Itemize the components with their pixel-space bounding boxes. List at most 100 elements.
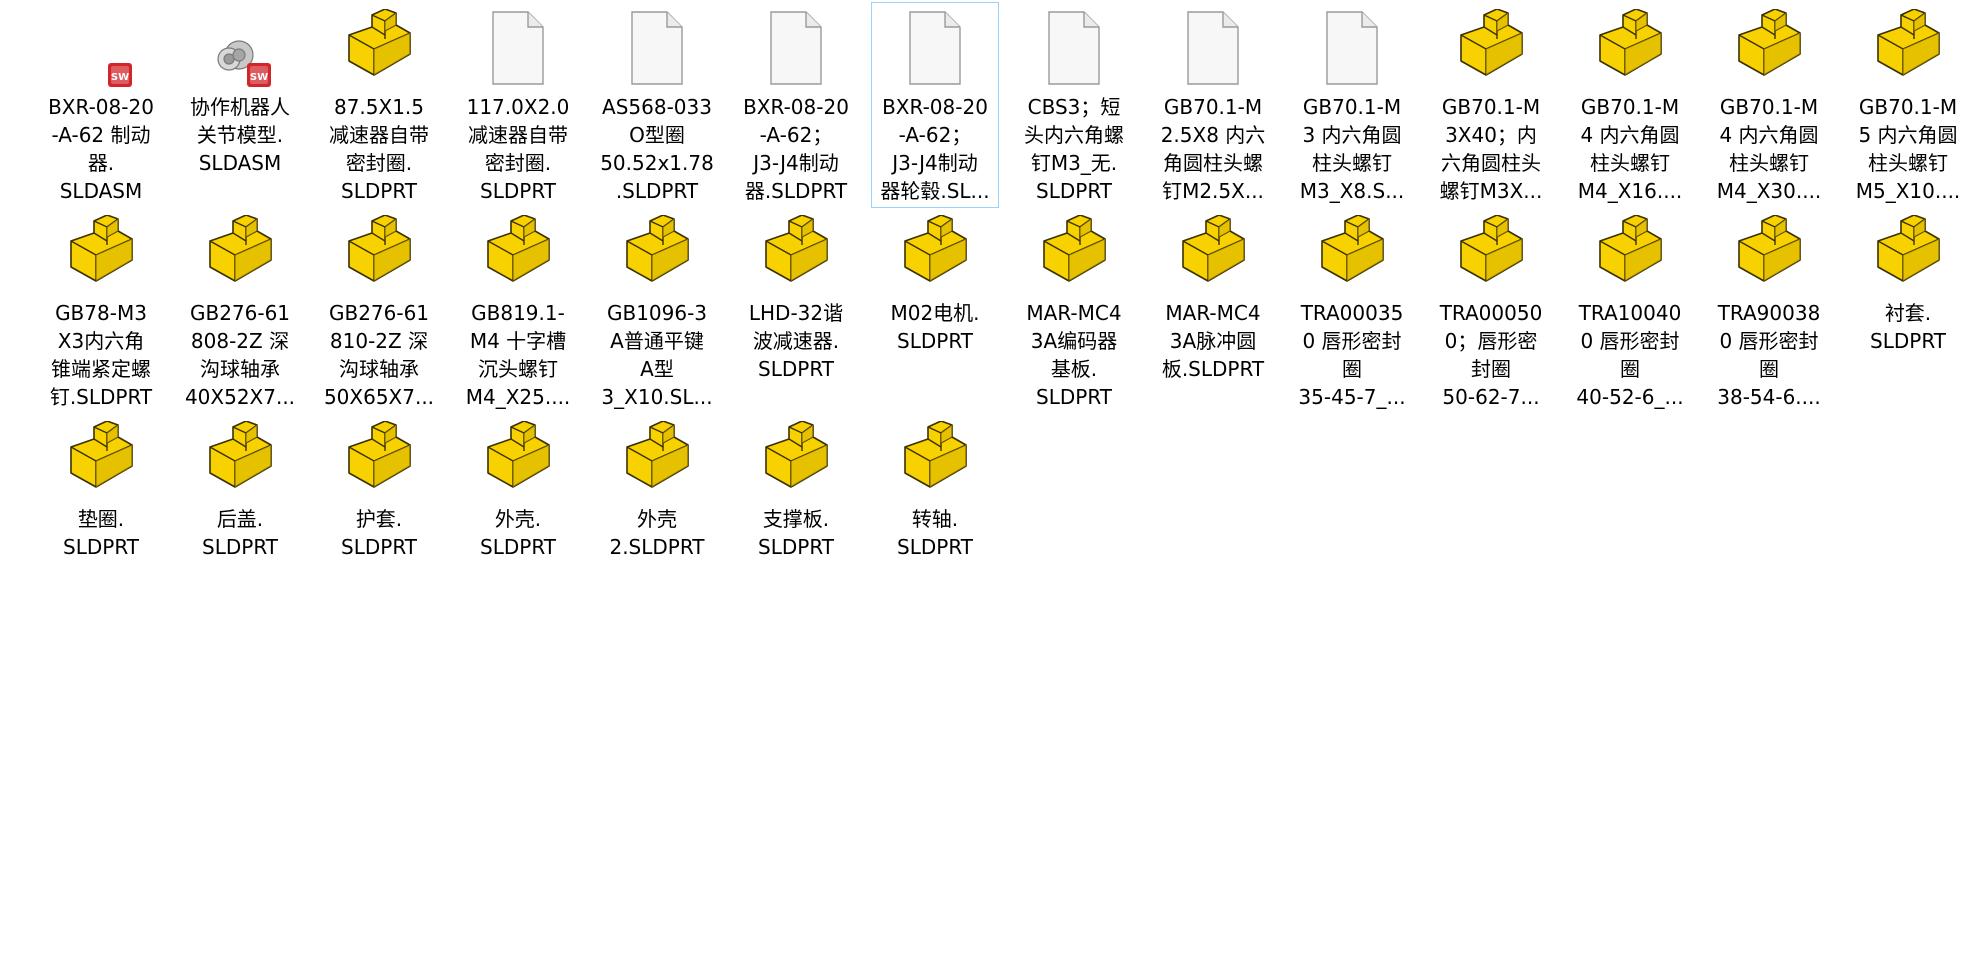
part-icon [1706, 9, 1832, 95]
file-item[interactable]: 外壳 2.SLDPRT [593, 414, 721, 620]
file-name: 衬套. SLDPRT [1870, 301, 1946, 353]
part-icon [1706, 215, 1832, 301]
document-icon [1289, 9, 1415, 95]
file-name: TRA00050 0；唇形密 封圈 50-62-7... [1439, 301, 1543, 409]
file-item[interactable]: 87.5X1.5 减速器自带 密封圈. SLDPRT [315, 2, 443, 208]
file-name: BXR-08-20 -A-62； J3-J4制动 器.SLDPRT [743, 95, 849, 203]
part-icon [316, 421, 442, 507]
file-name: TRA10040 0 唇形密封 圈 40-52-6_... [1576, 301, 1684, 409]
file-grid: SW BXR-08-20 -A-62 制动 器. SLDASM SW 协作机器人… [32, 0, 1976, 964]
file-item[interactable]: 后盖. SLDPRT [176, 414, 304, 620]
file-item[interactable]: 垫圈. SLDPRT [37, 414, 165, 620]
file-name: AS568-033 O型圈 50.52x1.78 .SLDPRT [600, 95, 714, 203]
file-name: M02电机. SLDPRT [890, 301, 980, 353]
file-name: 转轴. SLDPRT [897, 507, 973, 559]
part-icon [455, 421, 581, 507]
file-item[interactable]: 117.0X2.0 减速器自带 密封圈. SLDPRT [454, 2, 582, 208]
document-icon [733, 9, 859, 95]
file-item[interactable]: GB70.1-M 5 内六角圆 柱头螺钉 M5_X10.... [1844, 2, 1972, 208]
part-icon [316, 215, 442, 301]
file-item[interactable]: GB78-M3 X3内六角 锥端紧定螺 钉.SLDPRT [37, 208, 165, 414]
file-name: GB276-61 810-2Z 深 沟球轴承 50X65X7... [323, 301, 435, 409]
file-name: GB819.1- M4 十字槽 沉头螺钉 M4_X25.... [465, 301, 571, 409]
file-name: 护套. SLDPRT [341, 507, 417, 559]
file-item[interactable]: SW BXR-08-20 -A-62 制动 器. SLDASM [37, 2, 165, 208]
file-item[interactable]: 护套. SLDPRT [315, 414, 443, 620]
file-item[interactable]: MAR-MC4 3A编码器 基板. SLDPRT [1010, 208, 1138, 414]
file-item[interactable]: CBS3；短 头内六角螺 钉M3_无. SLDPRT [1010, 2, 1138, 208]
file-item[interactable]: GB70.1-M 3 内六角圆 柱头螺钉 M3_X8.S... [1288, 2, 1416, 208]
file-name: GB70.1-M 4 内六角圆 柱头螺钉 M4_X16.... [1577, 95, 1683, 203]
part-icon [455, 215, 581, 301]
part-icon [1011, 215, 1137, 301]
document-icon [1011, 9, 1137, 95]
file-name: 垫圈. SLDPRT [63, 507, 139, 559]
file-name: MAR-MC4 3A编码器 基板. SLDPRT [1026, 301, 1122, 409]
file-name: GB70.1-M 5 内六角圆 柱头螺钉 M5_X10.... [1855, 95, 1961, 203]
solidworks-assembly-icon-gear: SW [177, 9, 303, 95]
file-item[interactable]: SW 协作机器人 关节模型. SLDASM [176, 2, 304, 208]
file-item[interactable]: TRA00035 0 唇形密封 圈 35-45-7_... [1288, 208, 1416, 414]
part-icon [1845, 215, 1971, 301]
file-item[interactable]: GB1096-3 A普通平键 A型 3_X10.SL... [593, 208, 721, 414]
solidworks-assembly-icon: SW [38, 9, 164, 95]
part-icon [733, 421, 859, 507]
file-item[interactable]: LHD-32谐 波减速器. SLDPRT [732, 208, 860, 414]
file-name: 支撑板. SLDPRT [758, 507, 834, 559]
file-item[interactable]: GB276-61 810-2Z 深 沟球轴承 50X65X7... [315, 208, 443, 414]
file-name: GB1096-3 A普通平键 A型 3_X10.SL... [601, 301, 713, 409]
file-item[interactable]: TRA00050 0；唇形密 封圈 50-62-7... [1427, 208, 1555, 414]
file-name: 117.0X2.0 减速器自带 密封圈. SLDPRT [466, 95, 570, 203]
part-icon [1567, 9, 1693, 95]
document-icon [872, 9, 998, 95]
part-icon [38, 421, 164, 507]
svg-text:SW: SW [111, 72, 129, 83]
file-name: BXR-08-20 -A-62； J3-J4制动 器轮毂.SL... [880, 95, 990, 203]
file-item[interactable]: BXR-08-20 -A-62； J3-J4制动 器.SLDPRT [732, 2, 860, 208]
file-item[interactable]: GB70.1-M 4 内六角圆 柱头螺钉 M4_X16.... [1566, 2, 1694, 208]
file-name: 协作机器人 关节模型. SLDASM [190, 95, 290, 175]
file-item[interactable]: GB276-61 808-2Z 深 沟球轴承 40X52X7... [176, 208, 304, 414]
file-item[interactable]: 外壳. SLDPRT [454, 414, 582, 620]
part-icon [872, 215, 998, 301]
file-item[interactable]: MAR-MC4 3A脉冲圆 板.SLDPRT [1149, 208, 1277, 414]
file-item[interactable]: GB819.1- M4 十字槽 沉头螺钉 M4_X25.... [454, 208, 582, 414]
file-item[interactable]: TRA90038 0 唇形密封 圈 38-54-6.... [1705, 208, 1833, 414]
file-item[interactable]: TRA10040 0 唇形密封 圈 40-52-6_... [1566, 208, 1694, 414]
part-icon [733, 215, 859, 301]
file-item[interactable]: 转轴. SLDPRT [871, 414, 999, 620]
file-item[interactable]: GB70.1-M 4 内六角圆 柱头螺钉 M4_X30.... [1705, 2, 1833, 208]
file-name: GB70.1-M 3X40；内 六角圆柱头 螺钉M3X... [1439, 95, 1543, 203]
file-name: 外壳. SLDPRT [480, 507, 556, 559]
svg-text:SW: SW [250, 72, 268, 83]
file-name: LHD-32谐 波减速器. SLDPRT [748, 301, 844, 381]
part-icon [1845, 9, 1971, 95]
part-icon [177, 215, 303, 301]
file-name: GB70.1-M 4 内六角圆 柱头螺钉 M4_X30.... [1716, 95, 1822, 203]
part-icon [1289, 215, 1415, 301]
file-name: TRA90038 0 唇形密封 圈 38-54-6.... [1717, 301, 1821, 409]
file-name: 后盖. SLDPRT [202, 507, 278, 559]
file-name: 87.5X1.5 减速器自带 密封圈. SLDPRT [329, 95, 429, 203]
part-icon [38, 215, 164, 301]
file-item[interactable]: GB70.1-M 2.5X8 内六 角圆柱头螺 钉M2.5X... [1149, 2, 1277, 208]
part-icon [177, 421, 303, 507]
file-name: MAR-MC4 3A脉冲圆 板.SLDPRT [1161, 301, 1265, 381]
file-item[interactable]: 支撑板. SLDPRT [732, 414, 860, 620]
file-item[interactable]: AS568-033 O型圈 50.52x1.78 .SLDPRT [593, 2, 721, 208]
document-icon [455, 9, 581, 95]
file-name: GB78-M3 X3内六角 锥端紧定螺 钉.SLDPRT [49, 301, 153, 409]
part-icon [1150, 215, 1276, 301]
file-item[interactable]: 衬套. SLDPRT [1844, 208, 1972, 414]
part-icon [1567, 215, 1693, 301]
part-icon [872, 421, 998, 507]
file-name: GB276-61 808-2Z 深 沟球轴承 40X52X7... [184, 301, 296, 409]
file-name: TRA00035 0 唇形密封 圈 35-45-7_... [1298, 301, 1406, 409]
part-icon [1428, 9, 1554, 95]
file-name: CBS3；短 头内六角螺 钉M3_无. SLDPRT [1024, 95, 1124, 203]
file-item[interactable]: GB70.1-M 3X40；内 六角圆柱头 螺钉M3X... [1427, 2, 1555, 208]
file-item[interactable]: BXR-08-20 -A-62； J3-J4制动 器轮毂.SL... [871, 2, 999, 208]
part-icon [316, 9, 442, 95]
file-item[interactable]: M02电机. SLDPRT [871, 208, 999, 414]
document-icon [594, 9, 720, 95]
